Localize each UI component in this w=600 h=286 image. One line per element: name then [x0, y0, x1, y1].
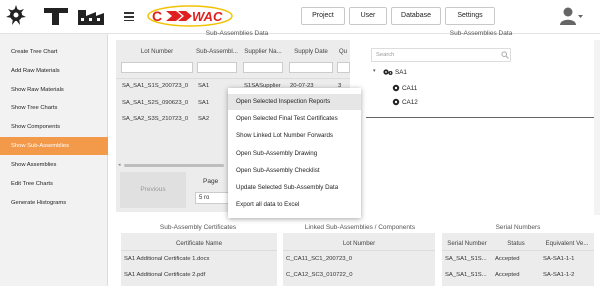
- lot-number-cell: SA_SA1_S1S_200723_0: [122, 83, 189, 89]
- tree-node-child[interactable]: CA12: [402, 99, 418, 106]
- lot-number-cell: SA_SA1_S2S_090623_0: [122, 100, 189, 106]
- lot-number-cell: SA_SA2_S3S_210723_0: [122, 116, 189, 122]
- sub-assemblies-table-title: Sub-Assemblies Data: [205, 30, 269, 37]
- menu-item-export-excel[interactable]: Export all data to Excel: [228, 197, 361, 213]
- rows-per-page-select[interactable]: 5 ro: [195, 192, 229, 204]
- column-header-lot-number[interactable]: Lot Number: [283, 240, 435, 247]
- certificates-title: Sub-Assembly Certificates: [159, 224, 237, 231]
- sidebar-item-generate-histograms[interactable]: Generate Histograms: [0, 194, 108, 212]
- svg-text:WAC: WAC: [192, 9, 223, 24]
- sub-assembly-cell: SA2: [198, 116, 210, 122]
- sidebar-item-show-components[interactable]: Show Components: [0, 118, 108, 136]
- supplier-filter-input[interactable]: [243, 62, 283, 73]
- column-header-status[interactable]: Status: [493, 240, 539, 247]
- sidebar-item-create-tree-chart[interactable]: Create Tree Chart: [0, 43, 108, 61]
- equivalent-cell: SA-SA1-1-1: [543, 256, 575, 262]
- serial-numbers-title: Serial Numbers: [495, 224, 541, 231]
- search-icon: [501, 51, 509, 59]
- sidebar-item-add-raw-materials[interactable]: Add Raw Materials: [0, 62, 108, 80]
- column-header-serial-number[interactable]: Serial Number: [443, 240, 491, 247]
- sidebar-item-show-tree-charts[interactable]: Show Tree Charts: [0, 99, 108, 117]
- column-header-quantity[interactable]: Qu: [336, 48, 350, 55]
- gear-icon: [383, 69, 393, 75]
- tree-node-child[interactable]: CA11: [402, 85, 417, 92]
- column-header-supply-date[interactable]: Supply Date: [288, 48, 334, 55]
- menu-item-show-linked-lot-forwards[interactable]: Show Linked Lot Number Forwards: [228, 128, 361, 144]
- context-menu: Open Selected Inspection Reports Open Se…: [228, 88, 361, 218]
- status-cell: Accepted: [495, 272, 520, 278]
- row-divider: [116, 78, 350, 79]
- menu-item-open-checklist[interactable]: Open Sub-Assembly Checklist: [228, 163, 361, 179]
- menu-item-update-data[interactable]: Update Selected Sub-Assembly Data: [228, 180, 361, 196]
- previous-page-button[interactable]: Previous: [120, 172, 186, 208]
- gear-icon: [392, 84, 400, 92]
- status-cell: Accepted: [495, 256, 520, 262]
- row-divider: [121, 250, 277, 251]
- row-divider: [442, 250, 594, 251]
- linked-row[interactable]: C_CA11_SC1_200723_0: [286, 256, 432, 262]
- menu-item-open-inspection-reports[interactable]: Open Selected Inspection Reports: [228, 94, 361, 110]
- serial-number-cell: SA_SA1_S1S...: [445, 272, 487, 278]
- database-button[interactable]: Database: [391, 7, 441, 25]
- linked-row[interactable]: C_CA12_SC3_010722_0: [286, 272, 432, 278]
- project-button[interactable]: Project: [301, 7, 345, 25]
- menu-item-open-final-test-certificates[interactable]: Open Selected Final Test Certificates: [228, 111, 361, 127]
- vertical-scrollbar[interactable]: [594, 40, 600, 215]
- tree-panel-title: Sub-Assemblies Data: [449, 30, 513, 37]
- equivalent-cell: SA-SA1-1-2: [543, 272, 575, 278]
- column-header-equivalent[interactable]: Equivalent Ve...: [541, 240, 593, 247]
- tree-search-input[interactable]: Search: [371, 48, 511, 62]
- company-logo: [6, 5, 104, 25]
- tree-node-root[interactable]: SA1: [395, 69, 407, 76]
- column-header-supplier-name[interactable]: Supplier Na...: [242, 48, 284, 55]
- svg-text:C: C: [152, 8, 162, 24]
- sidebar-item-edit-tree-charts[interactable]: Edit Tree Charts: [0, 175, 108, 193]
- sub-assembly-filter-input[interactable]: [197, 62, 237, 73]
- page-label: Page: [203, 178, 219, 185]
- lot-number-filter-input[interactable]: [121, 62, 193, 73]
- row-divider: [283, 250, 435, 251]
- sidebar-item-show-sub-assemblies[interactable]: Show Sub-Assemblies: [0, 137, 108, 155]
- menu-toggle-icon[interactable]: [124, 10, 134, 22]
- menu-item-open-drawing[interactable]: Open Sub-Assembly Drawing: [228, 146, 361, 162]
- gear-icon: [392, 98, 400, 106]
- sub-assembly-cell: SA1: [198, 83, 210, 89]
- horizontal-scrollbar[interactable]: ◂: [118, 163, 230, 168]
- settings-button[interactable]: Settings: [445, 7, 495, 25]
- sub-assembly-cell: SA1: [198, 100, 210, 106]
- column-header-lot-number[interactable]: Lot Number: [120, 48, 194, 55]
- wac-logo: C WAC: [147, 5, 233, 27]
- column-header-sub-assembly[interactable]: Sub-Assembl...: [196, 48, 238, 55]
- quantity-filter-input[interactable]: [337, 62, 350, 73]
- linked-title: Linked Sub-Assemblies / Components: [304, 224, 416, 231]
- user-button[interactable]: User: [349, 7, 387, 25]
- supply-date-filter-input[interactable]: [289, 62, 333, 73]
- certificate-row[interactable]: SA1 Additional Certificate 2.pdf: [124, 272, 274, 278]
- serial-number-cell: SA_SA1_S1S...: [445, 256, 487, 262]
- user-account-icon[interactable]: [559, 6, 583, 26]
- column-header-certificate-name[interactable]: Certificate Name: [121, 240, 277, 247]
- collapse-icon[interactable]: ▾: [373, 68, 376, 74]
- sidebar: Create Tree Chart Add Raw Materials Show…: [0, 34, 108, 286]
- top-bar: C WAC Project User Database Settings: [0, 0, 600, 34]
- sidebar-item-show-assemblies[interactable]: Show Assemblies: [0, 156, 108, 174]
- certificate-row[interactable]: SA1 Additional Certificate 1.docx: [124, 256, 274, 262]
- sidebar-item-show-raw-materials[interactable]: Show Raw Materials: [0, 81, 108, 99]
